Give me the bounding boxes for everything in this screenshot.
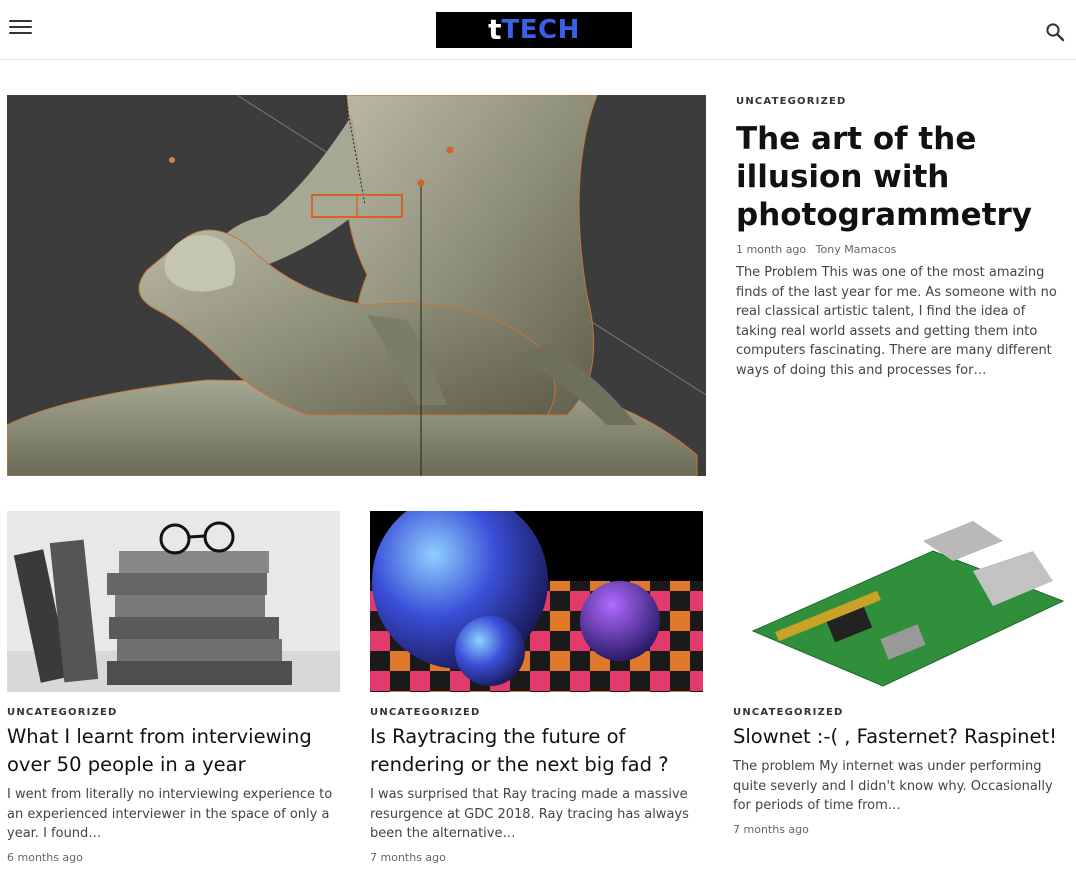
post-excerpt: I went from literally no interviewing ex…: [7, 787, 333, 841]
post-time: 6 months ago: [7, 850, 83, 864]
featured-time: 1 month ago: [736, 243, 807, 256]
post-category[interactable]: UNCATEGORIZED: [370, 707, 703, 718]
site-header: t TECH: [0, 0, 1076, 60]
post-excerpt: I was surprised that Ray tracing made a …: [370, 787, 689, 841]
post-category[interactable]: UNCATEGORIZED: [7, 707, 340, 718]
featured-meta: 1 month ago Tony Mamacos: [736, 243, 1066, 256]
post-card: UNCATEGORIZED Is Raytracing the future o…: [370, 511, 703, 864]
logo-letter-t: t: [488, 13, 502, 46]
post-image-books[interactable]: [7, 511, 340, 692]
featured-excerpt: The Problem This was one of the most ama…: [736, 265, 1057, 378]
logo-text-tech: TECH: [501, 15, 580, 45]
featured-title[interactable]: The art of the illusion with photogramme…: [736, 120, 1066, 234]
post-title[interactable]: What I learnt from interviewing over 50 …: [7, 723, 340, 779]
post-card: UNCATEGORIZED Slownet :-( , Fasternet? R…: [733, 511, 1066, 836]
post-excerpt: The problem My internet was under perfor…: [733, 759, 1053, 813]
post-time: 7 months ago: [370, 850, 446, 864]
post-card: UNCATEGORIZED What I learnt from intervi…: [7, 511, 340, 864]
post-image-raspberry-pi[interactable]: [733, 511, 1066, 692]
post-category[interactable]: UNCATEGORIZED: [733, 707, 1066, 718]
featured-post: UNCATEGORIZED The art of the illusion wi…: [736, 96, 1066, 381]
featured-category[interactable]: UNCATEGORIZED: [736, 96, 1066, 107]
featured-post-image[interactable]: [7, 95, 706, 476]
post-image-raytracing[interactable]: [370, 511, 703, 692]
hamburger-menu-icon[interactable]: [9, 20, 32, 38]
post-time: 7 months ago: [733, 822, 809, 836]
post-title[interactable]: Slownet :-( , Fasternet? Raspinet!: [733, 723, 1066, 751]
post-title[interactable]: Is Raytracing the future of rendering or…: [370, 723, 703, 779]
featured-author[interactable]: Tony Mamacos: [816, 243, 897, 256]
site-logo[interactable]: t TECH: [436, 12, 632, 48]
search-icon[interactable]: [1045, 22, 1065, 42]
